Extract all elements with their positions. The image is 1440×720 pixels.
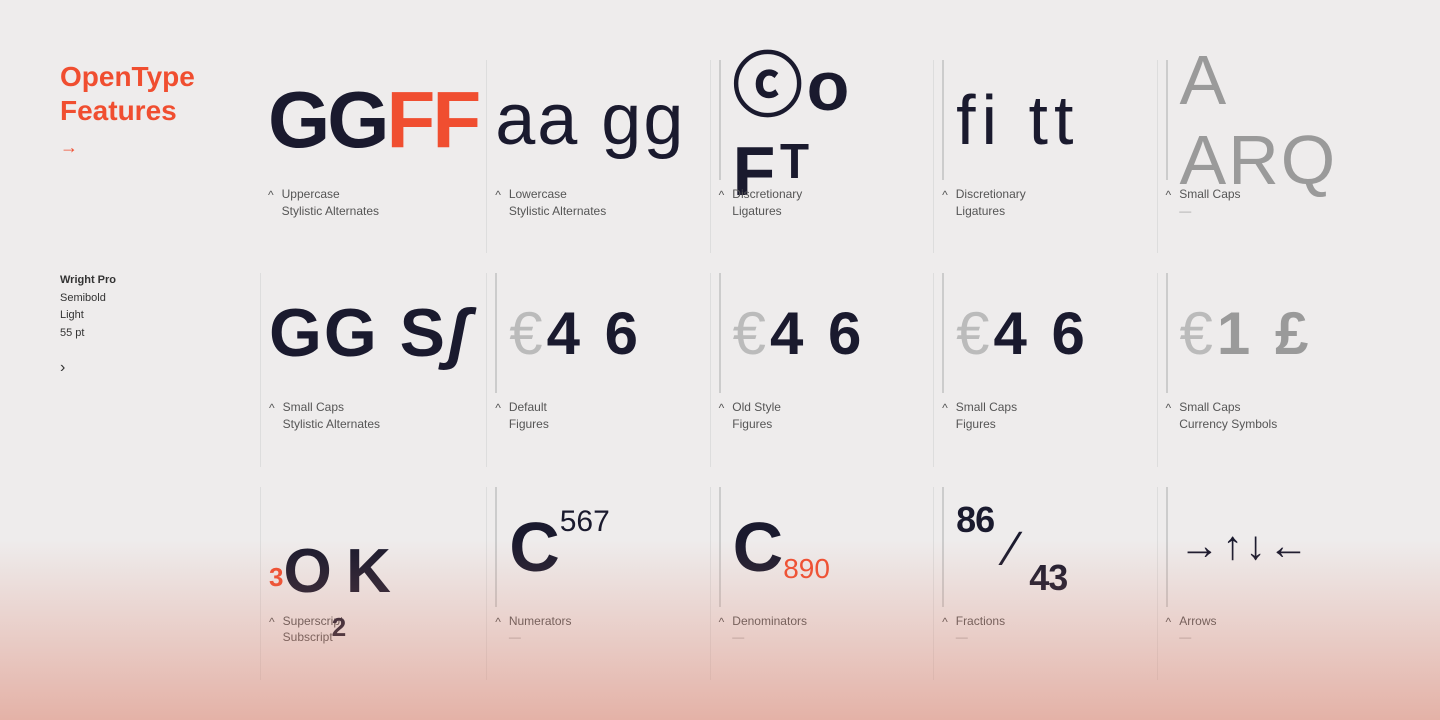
feature-cell-smallcaps-figures: € 4 6 ^ Small Caps Figures xyxy=(933,273,1156,466)
feature-display-euro-1-pound: € 1 £ xyxy=(1166,273,1372,393)
feature-cell-default-figures: € 4 6 ^ Default Figures xyxy=(486,273,709,466)
feature-display-ft-tt: fi tt xyxy=(942,60,1148,180)
sidebar-arrow-right[interactable]: → xyxy=(60,137,260,158)
feature-label-smallcaps-stylistic: ^ Small Caps Stylistic Alternates xyxy=(269,399,380,433)
feature-label-disc-lig-1: ^ Discretionary Ligatures xyxy=(719,186,803,220)
feature-label-numerators: ^ Numerators — xyxy=(495,613,571,647)
feature-cell-small-caps: A ARQ ^ Small Caps — xyxy=(1157,60,1380,253)
feature-label-currency-symbols: ^ Small Caps Currency Symbols xyxy=(1166,399,1278,433)
feature-cell-lowercase-stylistic: aa gg ^ Lowercase Stylistic Alternates xyxy=(486,60,709,253)
feature-cell-fractions: 86 ⁄ 43 ^ Fractions — xyxy=(933,487,1156,680)
feature-label-disc-lig-2: ^ Discretionary Ligatures xyxy=(942,186,1026,220)
feature-display-aa-gg: aa gg xyxy=(495,60,701,180)
feature-label-denominators: ^ Denominators — xyxy=(719,613,807,647)
main-container: OpenTypeFeatures → Wright Pro Semibold L… xyxy=(0,0,1440,720)
feature-display-gg-ff: GG FF xyxy=(268,60,478,180)
feature-cell-disc-lig-2: fi tt ^ Discretionary Ligatures xyxy=(933,60,1156,253)
feature-display-gg-ss: GG Sʃ xyxy=(269,273,478,393)
feature-cell-currency-symbols: € 1 £ ^ Small Caps Currency Symbols xyxy=(1157,273,1380,466)
feature-label-lowercase-stylistic: ^ Lowercase Stylistic Alternates xyxy=(495,186,606,220)
feature-label-oldstyle-figures: ^ Old Style Figures xyxy=(719,399,781,433)
feature-display-euro-46-oldstyle: € 4 6 xyxy=(719,273,925,393)
feature-cell-smallcaps-stylistic: GG Sʃ ^ Small Caps Stylistic Alternates xyxy=(260,273,486,466)
feature-display-c567: C 567 xyxy=(495,487,701,607)
feature-cell-numerators: C 567 ^ Numerators — xyxy=(486,487,709,680)
sidebar: OpenTypeFeatures → Wright Pro Semibold L… xyxy=(60,60,260,680)
feature-label-smallcaps-figures: ^ Small Caps Figures xyxy=(942,399,1017,433)
sidebar-arrow-down[interactable]: › xyxy=(60,359,260,377)
sidebar-title: OpenTypeFeatures xyxy=(60,60,260,127)
feature-label-arrows: ^ Arrows — xyxy=(1166,613,1217,647)
feature-label-default-figures: ^ Default Figures xyxy=(495,399,549,433)
sidebar-font-info: Wright Pro Semibold Light 55 pt xyxy=(60,272,260,342)
feature-label-fractions: ^ Fractions — xyxy=(942,613,1005,647)
feature-cell-disc-lig-1: ⓒo Fᵀ ^ Discretionary Ligatures xyxy=(710,60,933,253)
feature-cell-oldstyle-figures: € 4 6 ^ Old Style Figures xyxy=(710,273,933,466)
feature-display-euro-46-smallcaps: € 4 6 xyxy=(942,273,1148,393)
feature-display-co-ft: ⓒo Fᵀ xyxy=(719,60,925,180)
feature-display-fractions: 86 ⁄ 43 xyxy=(942,487,1148,607)
feature-cell-superscript-subscript: 3 O 2 K ^ Superscript Subscript xyxy=(260,487,486,680)
features-grid: GG FF ^ Uppercase Stylistic Alternates a… xyxy=(260,60,1380,680)
feature-display-3o2k: 3 O 2 K xyxy=(269,487,478,607)
feature-display-arrows: →↑↓← xyxy=(1166,487,1372,607)
feature-display-euro-46-default: € 4 6 xyxy=(495,273,701,393)
feature-label-uppercase-stylistic: ^ Uppercase Stylistic Alternates xyxy=(268,186,379,220)
feature-label-small-caps: ^ Small Caps — xyxy=(1166,186,1241,220)
feature-cell-denominators: C 890 ^ Denominators — xyxy=(710,487,933,680)
feature-cell-uppercase-stylistic: GG FF ^ Uppercase Stylistic Alternates xyxy=(260,60,486,253)
feature-display-c890: C 890 xyxy=(719,487,925,607)
feature-display-a-arq: A ARQ xyxy=(1166,60,1372,180)
feature-cell-arrows: →↑↓← ^ Arrows — xyxy=(1157,487,1380,680)
